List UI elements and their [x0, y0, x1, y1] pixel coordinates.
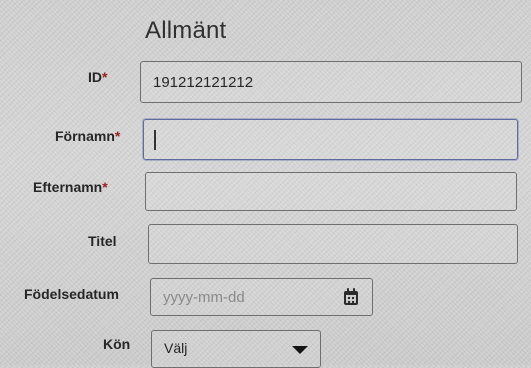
section-title: Allmänt — [145, 17, 227, 44]
efternamn-required-marker: * — [102, 179, 108, 195]
titel-label-text: Titel — [88, 233, 117, 249]
titel-field[interactable] — [148, 224, 518, 264]
kon-selected-value: Välj — [164, 340, 188, 356]
id-label-text: ID — [88, 69, 102, 85]
efternamn-label-text: Efternamn — [33, 179, 103, 195]
kon-label: Kön — [103, 336, 130, 352]
fodelsedatum-label: Födelsedatum — [24, 286, 119, 302]
fornamn-label: Förnamn* — [55, 128, 120, 144]
kon-select[interactable]: Välj — [151, 330, 321, 368]
id-input[interactable] — [141, 62, 521, 102]
chevron-down-icon — [292, 346, 308, 354]
fodelsedatum-label-text: Födelsedatum — [24, 286, 119, 302]
id-required-marker: * — [102, 69, 108, 85]
kon-label-text: Kön — [103, 336, 131, 352]
text-cursor — [154, 130, 156, 150]
calendar-icon[interactable] — [344, 288, 358, 305]
fodelsedatum-field[interactable] — [150, 278, 373, 316]
fornamn-required-marker: * — [114, 128, 121, 144]
fodelsedatum-input[interactable] — [151, 279, 372, 315]
fornamn-label-text: Förnamn — [55, 128, 115, 144]
efternamn-input[interactable] — [146, 173, 516, 210]
fornamn-field[interactable] — [143, 119, 518, 160]
efternamn-field[interactable] — [145, 172, 517, 211]
id-label: ID* — [88, 69, 107, 85]
efternamn-label: Efternamn* — [33, 179, 108, 195]
titel-input[interactable] — [149, 225, 517, 263]
id-field[interactable] — [140, 61, 522, 103]
titel-label: Titel — [88, 233, 117, 249]
fornamn-input[interactable] — [144, 120, 517, 159]
general-form: Allmänt ID* Förnamn* Efternamn* Titel Fö… — [0, 0, 531, 368]
